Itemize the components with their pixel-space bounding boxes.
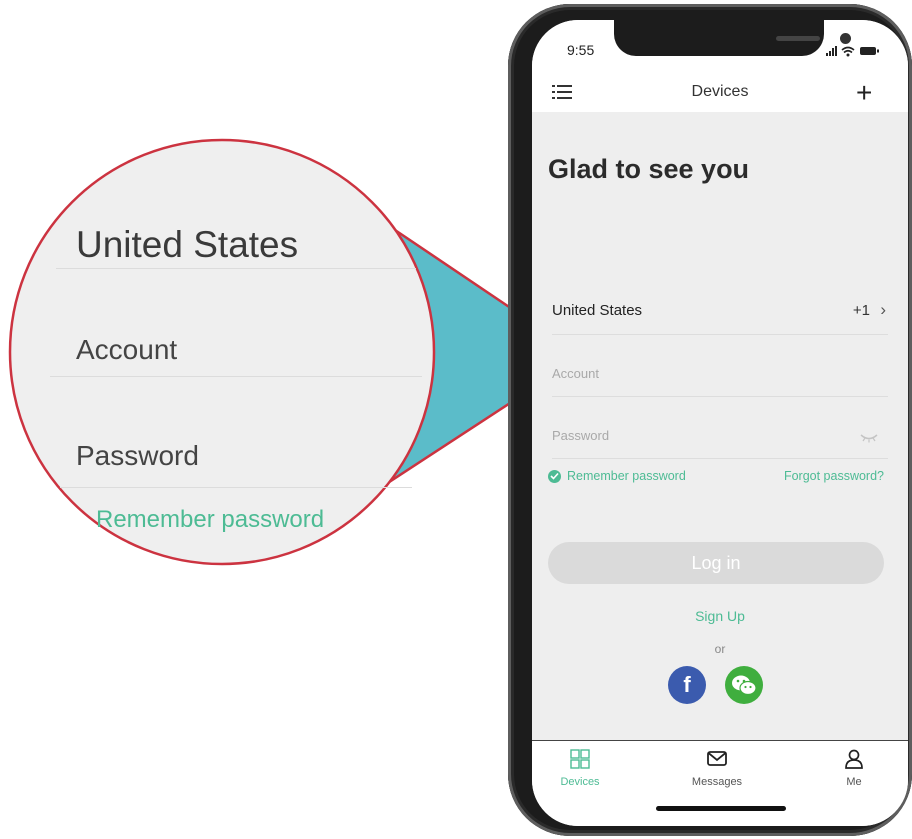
- account-placeholder: Account: [552, 366, 599, 381]
- callout-divider: [60, 487, 412, 488]
- callout-account: Account: [76, 334, 178, 365]
- speaker-grille: [776, 36, 820, 41]
- tab-me[interactable]: Me: [814, 749, 894, 788]
- wechat-login-button[interactable]: [725, 666, 763, 704]
- field-divider: [552, 334, 888, 335]
- account-field[interactable]: Account: [532, 356, 908, 396]
- password-field[interactable]: Password: [532, 418, 908, 458]
- facebook-login-button[interactable]: f: [668, 666, 706, 704]
- tab-label: Messages: [691, 776, 743, 788]
- magnifier-circle: [8, 138, 436, 566]
- check-circle-icon: [548, 469, 561, 483]
- remember-password-label: Remember password: [567, 469, 686, 483]
- callout-country: United States: [76, 224, 299, 265]
- home-indicator: [656, 806, 786, 811]
- person-icon: [845, 749, 863, 769]
- forgot-password-link[interactable]: Forgot password?: [784, 469, 884, 483]
- tab-label: Devices: [560, 776, 600, 788]
- tab-bar: Devices Messages Me: [532, 740, 908, 826]
- wechat-icon: [732, 675, 757, 696]
- signal-wifi-battery-icon: [826, 46, 879, 57]
- nav-bar: Devices +: [532, 76, 908, 112]
- sign-up-link[interactable]: Sign Up: [532, 608, 908, 624]
- chevron-right-icon: ›: [880, 300, 886, 319]
- password-placeholder: Password: [552, 428, 610, 443]
- phone-screen: 9:55 Devices + Glad to see you United St…: [532, 20, 908, 826]
- status-time: 9:55: [567, 42, 595, 58]
- callout-remember: Remember password: [96, 506, 325, 533]
- tab-label: Me: [846, 776, 862, 788]
- eye-closed-icon[interactable]: [860, 430, 878, 448]
- callout-divider: [56, 268, 416, 269]
- field-divider: [552, 458, 888, 459]
- page-title: Devices: [691, 83, 749, 100]
- tab-devices[interactable]: Devices: [540, 749, 620, 788]
- remember-password-toggle[interactable]: Remember password: [548, 469, 686, 483]
- dial-code: +1: [852, 302, 870, 319]
- or-separator: or: [714, 642, 726, 656]
- login-button[interactable]: Log in: [548, 542, 884, 584]
- grid-icon: [570, 749, 590, 769]
- plus-icon[interactable]: +: [856, 79, 872, 107]
- callout-divider: [50, 376, 422, 377]
- facebook-icon: f: [683, 672, 691, 697]
- callout-remember-clip: Remember password: [96, 506, 346, 546]
- front-camera: [840, 33, 851, 44]
- phone-notch: [614, 20, 851, 56]
- country-label: United States: [552, 302, 643, 319]
- message-icon: [707, 751, 727, 766]
- status-icons: [826, 44, 882, 62]
- field-divider: [552, 396, 888, 397]
- tab-messages[interactable]: Messages: [677, 749, 757, 788]
- greeting-heading: Glad to see you: [548, 154, 750, 184]
- country-selector[interactable]: United States +1 ›: [532, 292, 908, 332]
- callout-password: Password: [76, 440, 199, 471]
